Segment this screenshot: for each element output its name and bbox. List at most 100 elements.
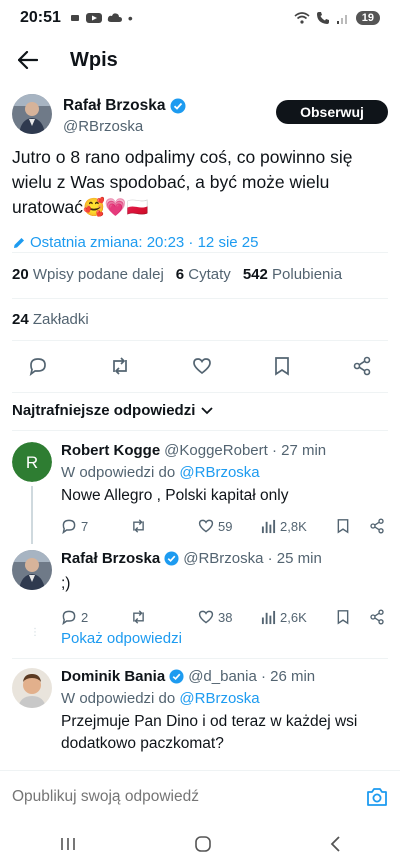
back-button[interactable] — [0, 38, 56, 82]
reply-like-button[interactable]: 38 — [198, 609, 261, 625]
home-icon[interactable] — [194, 835, 212, 853]
share-icon — [370, 518, 384, 534]
share-icon[interactable] — [352, 356, 372, 376]
reply-repost-button[interactable] — [130, 609, 198, 625]
reply-avatar[interactable] — [12, 550, 52, 590]
reply-bookmark-button[interactable] — [336, 518, 369, 534]
reply-to-handle[interactable]: @RBrzoska — [179, 690, 259, 707]
wifi-icon — [294, 12, 310, 24]
repost-icon[interactable] — [109, 356, 131, 376]
reply-repost-button[interactable] — [130, 518, 198, 534]
reply-author-name[interactable]: Dominik Bania — [61, 668, 165, 685]
reply-author-name[interactable]: Rafał Brzoska — [61, 550, 160, 567]
engagement-stats: 20 Wpisy podane dalej 6 Cytaty 542 Polub… — [12, 266, 342, 283]
camera-icon[interactable] — [366, 787, 388, 807]
views-icon — [261, 519, 276, 533]
reply-author-name[interactable]: Robert Kogge — [61, 442, 160, 459]
reply-views[interactable]: 2,8K — [261, 519, 336, 534]
bookmark-icon — [337, 519, 349, 534]
follow-button[interactable]: Obserwuj — [276, 100, 388, 124]
main-tweet: Rafał Brzoska @RBrzoska Obserwuj Jutro o… — [12, 94, 388, 251]
arrow-left-icon — [18, 51, 38, 69]
youtube-icon — [85, 13, 102, 23]
top-app-bar: Wpis — [0, 38, 400, 82]
repost-icon — [133, 519, 144, 533]
thread-dots: ⋮ — [30, 627, 40, 638]
reply-share-button[interactable] — [369, 609, 385, 625]
share-icon — [370, 609, 384, 625]
reply-views[interactable]: 2,6K — [261, 610, 336, 625]
like-icon — [198, 519, 214, 533]
bookmark-icon — [337, 610, 349, 625]
likes-stat[interactable]: 542 Polubienia — [243, 266, 342, 283]
dot-icon: • — [127, 10, 133, 26]
chevron-down-icon — [201, 406, 214, 414]
like-icon — [198, 610, 214, 624]
reply-item[interactable]: Dominik Bania @d_bania · 26 min W odpowi… — [12, 668, 388, 755]
sort-label: Najtrafniejsze odpowiedzi — [12, 402, 196, 419]
reply-meta: @KoggeRobert · 27 min — [164, 442, 327, 459]
thread-line — [31, 486, 33, 544]
tweet-text: Jutro o 8 rano odpalimy coś, co powinno … — [12, 147, 353, 217]
pencil-icon — [14, 237, 24, 248]
reply-meta: @d_bania · 26 min — [188, 668, 316, 685]
avatar-letter: R — [26, 453, 38, 472]
bookmark-icon[interactable] — [273, 356, 291, 376]
divider — [12, 658, 388, 659]
signal-icon — [336, 15, 347, 24]
reposts-stat[interactable]: 20 Wpisy podane dalej — [12, 266, 164, 283]
views-icon — [261, 610, 276, 624]
reply-input[interactable] — [12, 787, 366, 806]
verified-badge-icon — [164, 551, 179, 566]
status-time: 20:51 — [20, 9, 61, 26]
quotes-stat[interactable]: 6 Cytaty — [176, 266, 231, 283]
sort-replies-dropdown[interactable]: Najtrafniejsze odpowiedzi — [12, 402, 214, 419]
divider — [12, 252, 388, 253]
reply-like-button[interactable]: 59 — [198, 518, 261, 534]
call-icon — [316, 12, 329, 24]
battery-indicator: 19 — [355, 11, 380, 25]
edited-text: Ostatnia zmiana: 20:23 · 12 sie 25 — [30, 234, 259, 251]
reply-item[interactable]: Rafał Brzoska @RBrzoska · 25 min ;) 2 38… — [12, 550, 388, 625]
status-bar: 20:51 • 19 — [0, 0, 400, 36]
reply-bookmark-button[interactable] — [336, 609, 369, 625]
reply-avatar[interactable] — [12, 668, 52, 708]
reply-context: W odpowiedzi do @RBrzoska — [61, 464, 260, 481]
cloud-icon — [107, 13, 122, 22]
reply-composer — [0, 770, 400, 822]
author-handle: @RBrzoska — [63, 118, 144, 135]
reply-reply-button[interactable]: 2 — [61, 609, 130, 625]
repost-icon — [133, 610, 144, 624]
back-nav-icon[interactable] — [329, 835, 341, 853]
bookmarks-stat[interactable]: 24 Zakładki — [12, 311, 89, 328]
reply-avatar[interactable]: R — [12, 442, 52, 482]
divider — [12, 298, 388, 299]
reply-text: Przejmuje Pan Dino i od teraz w każdej w… — [61, 713, 358, 752]
reply-icon — [62, 519, 76, 534]
author-name[interactable]: Rafał Brzoska — [63, 97, 166, 115]
reply-meta: @RBrzoska · 25 min — [183, 550, 322, 567]
verified-badge-icon — [170, 98, 186, 114]
reply-item[interactable]: R Robert Kogge @KoggeRobert · 27 min W o… — [12, 442, 388, 534]
reply-actions: 7 59 2,8K — [61, 518, 388, 534]
like-icon[interactable] — [192, 356, 212, 376]
reply-icon — [62, 610, 76, 625]
verified-badge-icon — [169, 669, 184, 684]
page-title: Wpis — [70, 48, 118, 71]
reply-reply-button[interactable]: 7 — [61, 518, 130, 534]
divider — [12, 340, 388, 341]
show-replies-link[interactable]: Pokaż odpowiedzi — [61, 630, 182, 647]
reply-share-button[interactable] — [369, 518, 385, 534]
reply-context: W odpowiedzi do @RBrzoska — [61, 690, 260, 707]
recent-apps-icon[interactable] — [59, 836, 77, 852]
author-avatar[interactable] — [12, 94, 52, 134]
divider — [12, 392, 388, 393]
edited-link[interactable]: Ostatnia zmiana: 20:23 · 12 sie 25 — [12, 234, 388, 251]
reply-text: ;) — [61, 575, 71, 592]
notification-icon — [70, 15, 79, 21]
reply-icon[interactable] — [28, 356, 48, 376]
reply-to-handle[interactable]: @RBrzoska — [179, 464, 259, 481]
reply-actions: 2 38 2,6K — [61, 609, 388, 625]
divider — [12, 430, 388, 431]
system-nav-bar — [0, 822, 400, 866]
